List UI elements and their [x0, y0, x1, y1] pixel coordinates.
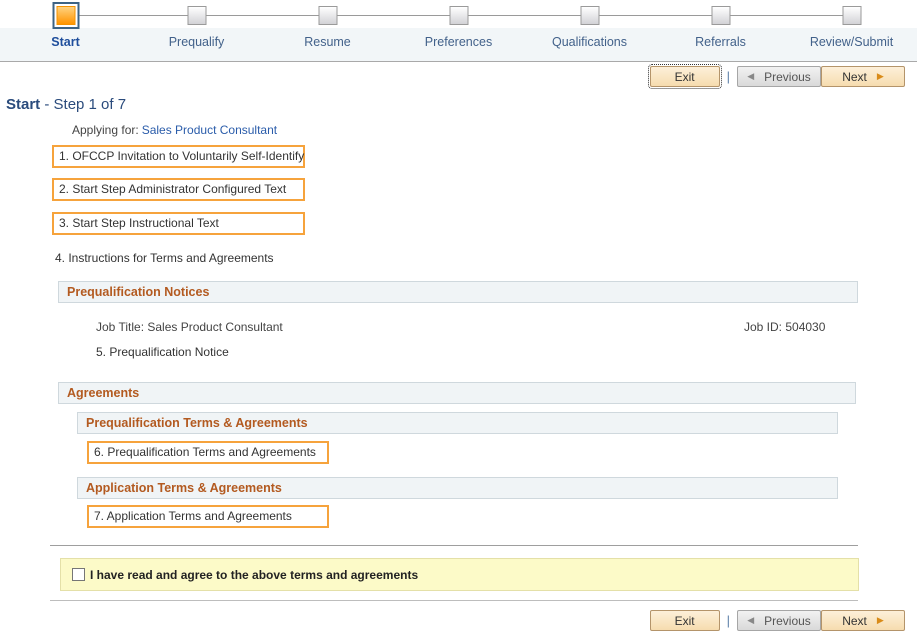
placeholder-prequalification-terms[interactable]: 6. Prequalification Terms and Agreements	[87, 441, 329, 464]
subsection-header-prequalification-terms: Prequalification Terms & Agreements	[77, 412, 838, 434]
applying-for-job-link[interactable]: Sales Product Consultant	[142, 123, 277, 137]
step-connector-line	[197, 15, 263, 16]
subsection-header-application-terms: Application Terms & Agreements	[77, 477, 838, 499]
placeholder-prequalification-notice: 5. Prequalification Notice	[96, 345, 229, 359]
chevron-right-icon: ▶	[877, 72, 884, 81]
agreement-acknowledgement-bar: I have read and agree to the above terms…	[60, 558, 859, 591]
step-item-start[interactable]: Start	[0, 0, 131, 62]
step-marker-icon[interactable]	[842, 6, 861, 25]
placeholder-admin-configured-text[interactable]: 2. Start Step Administrator Configured T…	[52, 178, 305, 201]
exit-button-bottom[interactable]: Exit	[650, 610, 720, 631]
agreement-checkbox[interactable]	[72, 568, 85, 581]
instructions-terms-agreements-text: 4. Instructions for Terms and Agreements	[55, 251, 274, 265]
step-marker-icon[interactable]	[711, 6, 730, 25]
previous-button-label: Previous	[764, 70, 811, 84]
step-marker-fill	[56, 6, 75, 25]
page-title-step-name: Start	[6, 96, 40, 113]
bottom-divider	[50, 600, 858, 601]
toolbar-separator: |	[727, 614, 730, 627]
next-button-bottom[interactable]: Next ▶	[821, 610, 905, 631]
step-label-referrals: Referrals	[655, 35, 786, 49]
previous-button-label: Previous	[764, 614, 811, 628]
bottom-toolbar: Exit | ◀ Previous Next ▶	[0, 606, 917, 636]
step-item-referrals[interactable]: Referrals	[655, 0, 786, 62]
step-marker-icon[interactable]	[449, 6, 468, 25]
next-button-label: Next	[842, 614, 867, 628]
chevron-left-icon: ◀	[747, 72, 754, 81]
job-title-text: Job Title: Sales Product Consultant	[96, 320, 283, 334]
toolbar-separator: |	[727, 70, 730, 83]
step-marker-icon[interactable]	[187, 6, 206, 25]
page-title-step-count: - Step 1 of 7	[40, 96, 126, 113]
chevron-right-icon: ▶	[877, 616, 884, 625]
next-button-top[interactable]: Next ▶	[821, 66, 905, 87]
step-label-preferences: Preferences	[393, 35, 524, 49]
step-marker-icon[interactable]	[580, 6, 599, 25]
step-label-review-submit: Review/Submit	[786, 35, 917, 49]
agreement-checkbox-label[interactable]: I have read and agree to the above terms…	[90, 568, 418, 582]
applying-for-row: Applying for:Sales Product Consultant	[72, 123, 917, 137]
step-connector-line	[459, 15, 525, 16]
placeholder-application-terms[interactable]: 7. Application Terms and Agreements	[87, 505, 329, 528]
step-connector-line	[328, 15, 394, 16]
placeholder-instructional-text[interactable]: 3. Start Step Instructional Text	[52, 212, 305, 235]
previous-button-bottom[interactable]: ◀ Previous	[737, 610, 821, 631]
section-header-prequalification-notices: Prequalification Notices	[58, 281, 858, 303]
content-divider	[50, 545, 858, 546]
step-connector-line	[721, 15, 787, 16]
step-progress-train: Start Prequalify Resume Preferences Qual…	[0, 0, 917, 62]
step-item-resume[interactable]: Resume	[262, 0, 393, 62]
step-marker-icon[interactable]	[318, 6, 337, 25]
step-marker-current-icon[interactable]	[52, 2, 79, 29]
step-label-start: Start	[0, 35, 131, 49]
step-label-prequalify: Prequalify	[131, 35, 262, 49]
section-header-agreements: Agreements	[58, 382, 856, 404]
applying-for-label: Applying for:	[72, 123, 139, 137]
step-label-resume: Resume	[262, 35, 393, 49]
next-button-label: Next	[842, 70, 867, 84]
step-item-prequalify[interactable]: Prequalify	[131, 0, 262, 62]
step-item-review-submit[interactable]: Review/Submit	[786, 0, 917, 62]
exit-button-top[interactable]: Exit	[650, 66, 720, 87]
previous-button-top[interactable]: ◀ Previous	[737, 66, 821, 87]
top-toolbar: Exit | ◀ Previous Next ▶	[0, 62, 917, 92]
step-item-preferences[interactable]: Preferences	[393, 0, 524, 62]
chevron-left-icon: ◀	[747, 616, 754, 625]
page-title: Start - Step 1 of 7	[6, 96, 917, 113]
step-connector-line	[590, 15, 656, 16]
step-item-qualifications[interactable]: Qualifications	[524, 0, 655, 62]
job-id-text: Job ID: 504030	[744, 320, 825, 334]
step-label-qualifications: Qualifications	[524, 35, 655, 49]
placeholder-ofccp-self-identify[interactable]: 1. OFCCP Invitation to Voluntarily Self-…	[52, 145, 305, 168]
